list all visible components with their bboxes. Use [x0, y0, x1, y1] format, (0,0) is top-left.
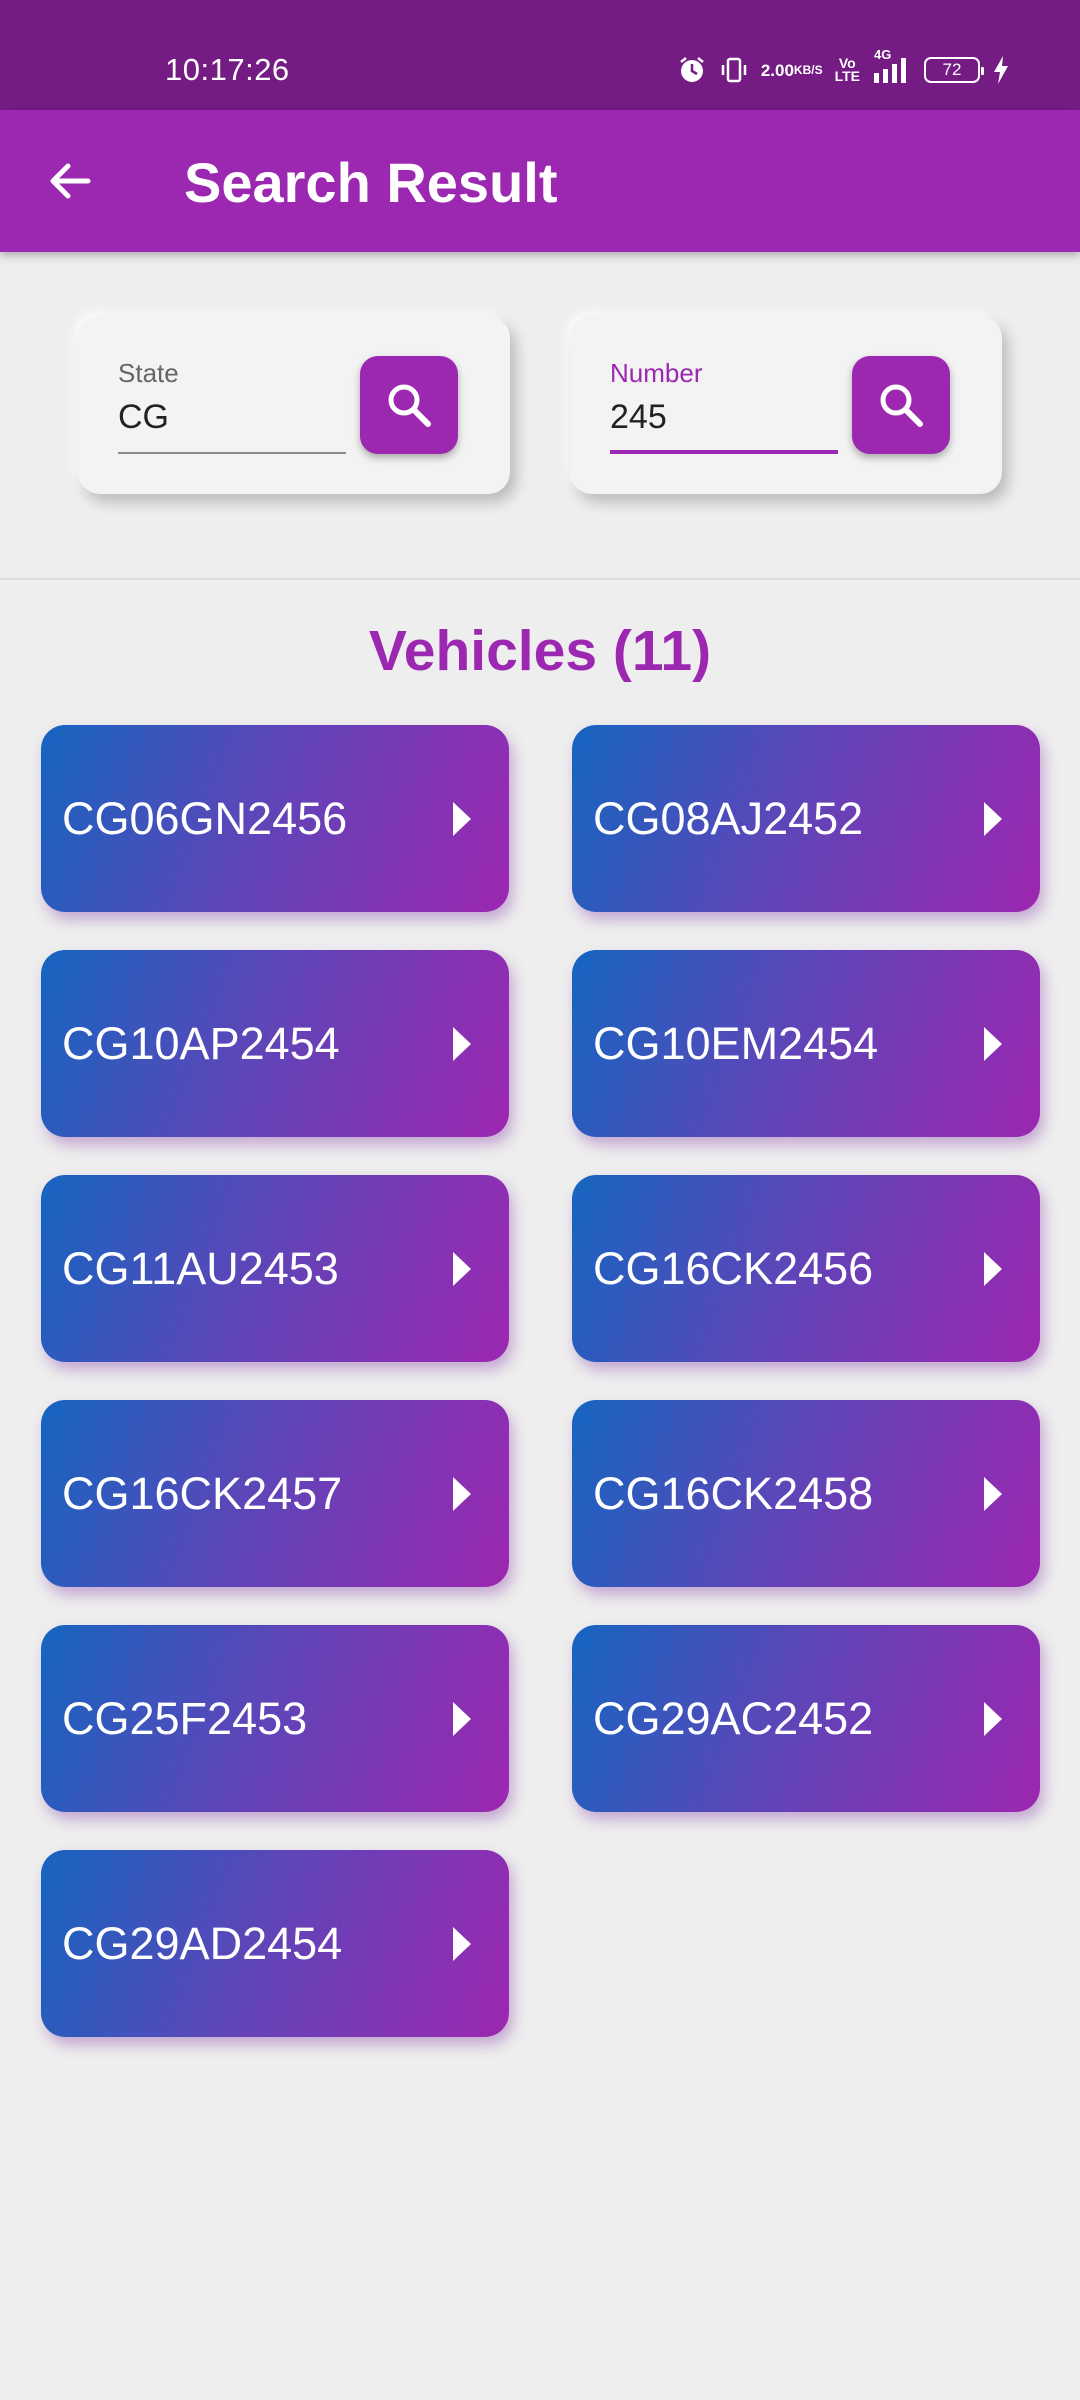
- vehicle-number: CG29AC2452: [593, 1692, 874, 1744]
- vehicle-item[interactable]: CG10AP2454: [41, 950, 509, 1137]
- state-field-value[interactable]: CG: [118, 398, 169, 437]
- vehicle-number: CG08AJ2452: [593, 792, 864, 844]
- volte-bottom: LTE: [834, 68, 860, 84]
- divider: [0, 578, 1080, 580]
- chevron-right-icon: [984, 1027, 1002, 1061]
- network-type: 4G: [874, 47, 892, 62]
- vehicle-number: CG11AU2453: [62, 1242, 339, 1294]
- chevron-right-icon: [453, 1702, 471, 1736]
- vehicle-number: CG10AP2454: [62, 1017, 340, 1069]
- vibrate-icon: [719, 55, 749, 85]
- state-field-label: State: [118, 358, 179, 388]
- arrow-left-icon: [50, 163, 91, 199]
- vehicle-number: CG10EM2454: [593, 1017, 879, 1069]
- vehicle-number: CG25F2453: [62, 1692, 308, 1744]
- vehicle-item[interactable]: CG11AU2453: [41, 1175, 509, 1362]
- vehicle-item[interactable]: CG10EM2454: [572, 950, 1040, 1137]
- number-field-value[interactable]: 245: [610, 398, 667, 437]
- search-icon: [388, 384, 431, 427]
- alarm-icon: [677, 55, 707, 85]
- chevron-right-icon: [453, 802, 471, 836]
- vehicle-item[interactable]: CG16CK2457: [41, 1400, 509, 1587]
- state-search-card: State CG: [78, 316, 510, 494]
- battery-level: 72: [942, 60, 962, 79]
- chevron-right-icon: [453, 1027, 471, 1061]
- vehicle-item[interactable]: CG08AJ2452: [572, 725, 1040, 912]
- vehicle-number: CG16CK2457: [62, 1467, 343, 1519]
- search-icon: [880, 384, 923, 427]
- status-icons: 2.00 KB/S Vo LTE 4G 72: [677, 47, 1010, 88]
- number-field[interactable]: Number 245: [610, 358, 838, 454]
- signal-icon: 4G: [872, 47, 912, 85]
- back-button[interactable]: [42, 153, 98, 209]
- vehicle-number: CG16CK2458: [593, 1467, 874, 1519]
- vehicle-number: CG29AD2454: [62, 1917, 343, 1969]
- app-bar: Search Result: [0, 110, 1080, 252]
- volte-indicator: Vo LTE: [834, 56, 860, 84]
- page-title: Search Result: [184, 151, 558, 214]
- chevron-right-icon: [453, 1252, 471, 1286]
- chevron-right-icon: [453, 1927, 471, 1961]
- chevron-right-icon: [453, 1477, 471, 1511]
- vehicle-item[interactable]: CG16CK2456: [572, 1175, 1040, 1362]
- vehicle-item[interactable]: CG06GN2456: [41, 725, 509, 912]
- status-time: 10:17:26: [165, 52, 290, 87]
- number-search-card: Number 245: [570, 316, 1002, 494]
- results-heading: Vehicles (11): [368, 619, 712, 683]
- chevron-right-icon: [984, 802, 1002, 836]
- network-speed-value: 2.00: [760, 60, 794, 80]
- status-bar: 10:17:26 2.00 KB/S Vo LTE 4G 72: [0, 0, 1080, 110]
- network-speed-unit: KB/S: [793, 62, 823, 77]
- state-field[interactable]: State CG: [118, 358, 346, 454]
- number-field-label: Number: [610, 358, 703, 388]
- vehicle-item[interactable]: CG25F2453: [41, 1625, 509, 1812]
- network-speed: 2.00 KB/S: [760, 60, 823, 80]
- charging-icon: [992, 55, 1010, 85]
- number-search-button[interactable]: [852, 356, 950, 454]
- chevron-right-icon: [984, 1252, 1002, 1286]
- chevron-right-icon: [984, 1477, 1002, 1511]
- battery-icon: 72: [924, 57, 984, 83]
- state-search-button[interactable]: [360, 356, 458, 454]
- chevron-right-icon: [984, 1702, 1002, 1736]
- vehicle-item[interactable]: CG29AC2452: [572, 1625, 1040, 1812]
- vehicle-number: CG06GN2456: [62, 792, 348, 844]
- vehicle-item[interactable]: CG29AD2454: [41, 1850, 509, 2037]
- vehicle-number: CG16CK2456: [593, 1242, 874, 1294]
- vehicle-item[interactable]: CG16CK2458: [572, 1400, 1040, 1587]
